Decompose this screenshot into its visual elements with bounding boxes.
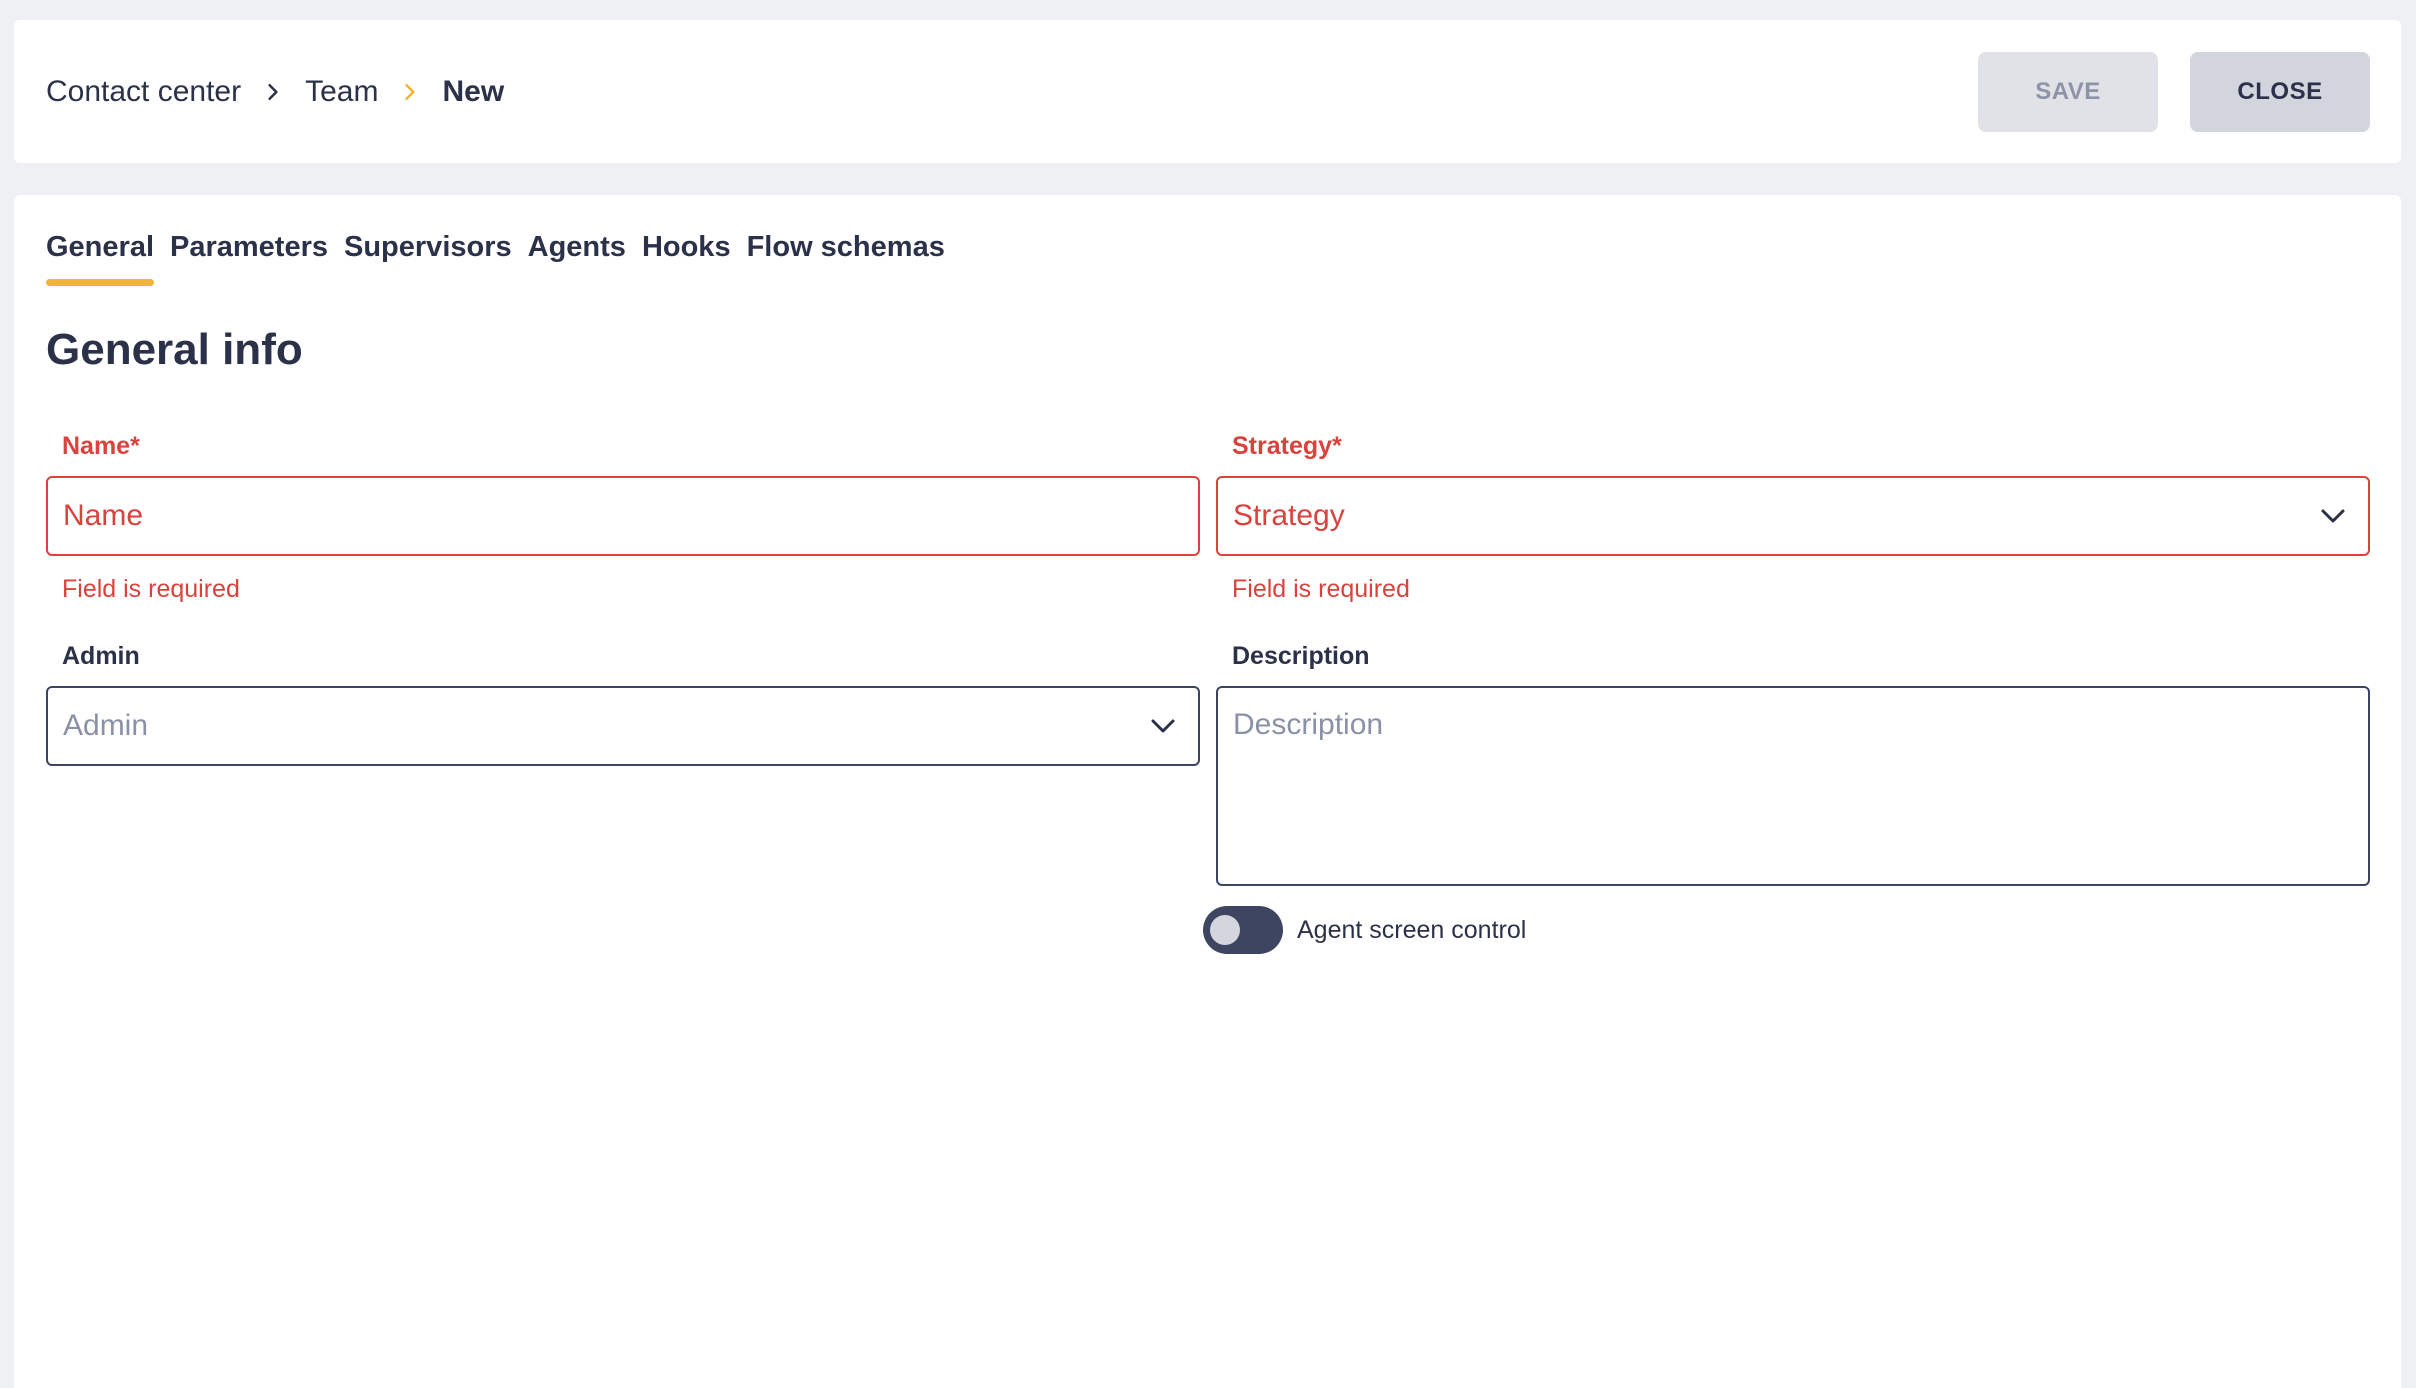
breadcrumb-item-current: New — [442, 74, 505, 108]
tab-general[interactable]: General — [46, 231, 154, 286]
tab-flow-schemas[interactable]: Flow schemas — [747, 231, 945, 278]
strategy-label: Strategy* — [1232, 432, 1342, 460]
strategy-error-message: Field is required — [1232, 575, 1410, 603]
save-button[interactable]: SAVE — [1978, 52, 2158, 132]
tab-bar: General Parameters Supervisors Agents Ho… — [46, 231, 945, 286]
breadcrumb: Contact center Team New — [46, 20, 504, 163]
toggle-knob — [1210, 915, 1240, 945]
tab-parameters[interactable]: Parameters — [170, 231, 328, 278]
name-input[interactable]: Name — [46, 476, 1200, 556]
admin-select[interactable]: Admin — [46, 686, 1200, 766]
tab-agents[interactable]: Agents — [528, 231, 626, 278]
admin-placeholder: Admin — [63, 709, 149, 742]
strategy-placeholder: Strategy — [1233, 499, 1345, 532]
chevron-right-icon — [241, 83, 305, 101]
description-label: Description — [1232, 642, 1370, 670]
breadcrumb-item-contact-center[interactable]: Contact center — [46, 75, 241, 109]
name-placeholder: Name — [63, 499, 144, 532]
section-title: General info — [46, 325, 303, 374]
tab-hooks[interactable]: Hooks — [642, 231, 731, 278]
close-button[interactable]: CLOSE — [2190, 52, 2370, 132]
description-placeholder: Description — [1233, 708, 1384, 741]
name-label: Name* — [62, 432, 140, 460]
chevron-down-icon — [1151, 719, 1175, 733]
agent-screen-control-label: Agent screen control — [1297, 916, 1527, 944]
strategy-select[interactable]: Strategy — [1216, 476, 2370, 556]
admin-label: Admin — [62, 642, 140, 670]
chevron-right-icon — [378, 83, 442, 101]
agent-screen-control-toggle[interactable] — [1203, 906, 1283, 954]
name-error-message: Field is required — [62, 575, 240, 603]
breadcrumb-item-team[interactable]: Team — [305, 75, 378, 109]
tab-supervisors[interactable]: Supervisors — [344, 231, 512, 278]
description-textarea[interactable]: Description — [1216, 686, 2370, 886]
chevron-down-icon — [2321, 509, 2345, 523]
page-header: Contact center Team New SAVE CLOSE — [14, 20, 2401, 163]
